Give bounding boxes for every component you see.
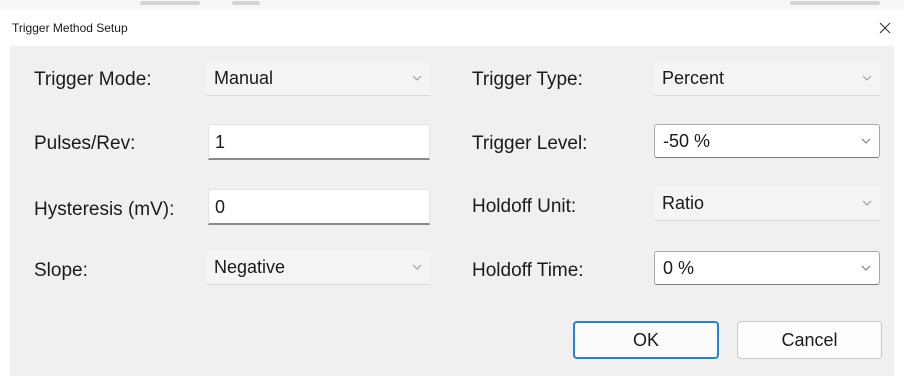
pulses-per-rev-input[interactable]: 1 <box>208 124 430 160</box>
holdoff-unit-label: Holdoff Unit: <box>472 196 577 217</box>
holdoff-time-combobox[interactable]: 0 % <box>654 251 880 285</box>
hysteresis-label: Hysteresis (mV): <box>34 199 175 220</box>
trigger-level-combobox[interactable]: -50 % <box>654 124 880 158</box>
trigger-mode-label: Trigger Mode: <box>34 69 152 90</box>
slope-label: Slope: <box>34 260 88 281</box>
chevron-down-icon <box>412 264 422 270</box>
chevron-down-icon <box>862 200 872 206</box>
holdoff-unit-value: Ratio <box>662 193 705 213</box>
hysteresis-value: 0 <box>215 197 226 217</box>
cancel-button[interactable]: Cancel <box>737 321 882 359</box>
chevron-down-icon <box>862 75 872 81</box>
slope-value: Negative <box>214 257 286 277</box>
chevron-down-icon <box>412 75 422 81</box>
trigger-level-label: Trigger Level: <box>472 133 588 154</box>
ok-button[interactable]: OK <box>573 321 719 359</box>
trigger-mode-select[interactable]: Manual <box>206 62 430 96</box>
close-icon <box>879 22 891 34</box>
trigger-method-setup-dialog: Trigger Method Setup Trigger Mode: Manua… <box>0 0 904 379</box>
pulses-per-rev-label: Pulses/Rev: <box>34 133 136 154</box>
holdoff-time-label: Holdoff Time: <box>472 260 584 281</box>
close-button[interactable] <box>870 14 900 42</box>
trigger-type-value: Percent <box>662 68 725 88</box>
holdoff-time-value: 0 % <box>663 258 695 278</box>
holdoff-unit-select[interactable]: Ratio <box>654 187 880 221</box>
hysteresis-input[interactable]: 0 <box>208 189 430 225</box>
trigger-type-select[interactable]: Percent <box>654 62 880 96</box>
pulses-per-rev-value: 1 <box>215 132 226 152</box>
background-edge-mark <box>232 1 260 5</box>
chevron-down-icon <box>861 138 871 144</box>
background-window-edge <box>0 0 904 10</box>
title-bar: Trigger Method Setup <box>0 10 904 46</box>
trigger-mode-value: Manual <box>214 68 274 88</box>
chevron-down-icon <box>861 265 871 271</box>
trigger-type-label: Trigger Type: <box>472 69 583 90</box>
window-title: Trigger Method Setup <box>12 21 128 35</box>
slope-select[interactable]: Negative <box>206 251 430 285</box>
background-edge-mark <box>790 1 880 5</box>
background-edge-mark <box>140 1 200 5</box>
trigger-level-value: -50 % <box>663 131 711 151</box>
dialog-client-area: Trigger Mode: Manual Pulses/Rev: 1 Hyste… <box>10 46 894 376</box>
